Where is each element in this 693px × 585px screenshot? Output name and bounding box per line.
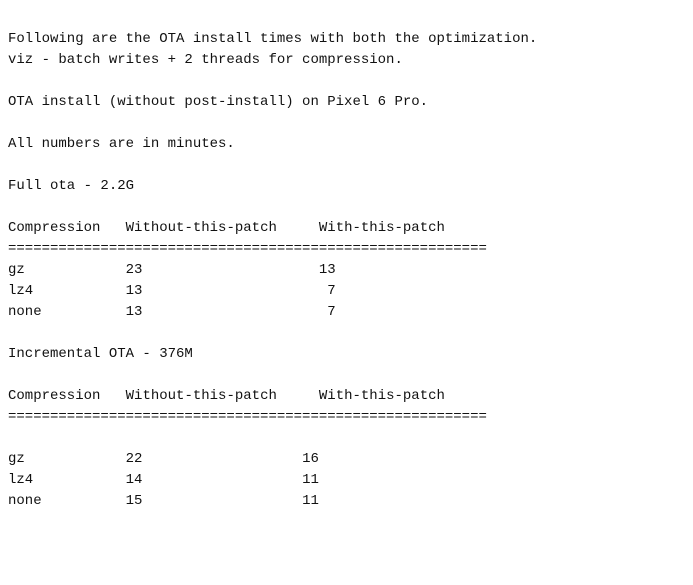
table-row-with: 7 [327,283,335,299]
full-header-col-compression: Compression [8,220,100,236]
units-line: All numbers are in minutes. [8,136,235,152]
full-ota-title: Full ota - 2.2G [8,178,134,194]
intro-line-2: viz - batch writes + 2 threads for compr… [8,52,403,68]
full-rule: ========================================… [8,241,487,257]
full-header-col-without: Without-this-patch [126,220,277,236]
full-header-col-with: With-this-patch [319,220,445,236]
table-row-with: 7 [327,304,335,320]
table-row-without: 23 [126,262,143,278]
table-row-without: 14 [126,472,143,488]
inc-header-col-compression: Compression [8,388,100,404]
context-line: OTA install (without post-install) on Pi… [8,94,428,110]
table-row-compression: gz [8,451,25,467]
intro-line-1: Following are the OTA install times with… [8,31,537,47]
table-row-with: 16 [302,451,319,467]
incremental-ota-title: Incremental OTA - 376M [8,346,193,362]
table-row-without: 15 [126,493,143,509]
table-row-compression: gz [8,262,25,278]
table-row-without: 22 [126,451,143,467]
table-row-compression: none [8,304,42,320]
table-row-with: 13 [319,262,336,278]
table-row-compression: lz4 [8,283,33,299]
table-row-with: 11 [302,493,319,509]
table-row-compression: none [8,493,42,509]
inc-header-col-without: Without-this-patch [126,388,277,404]
table-row-without: 13 [126,304,143,320]
table-row-without: 13 [126,283,143,299]
table-row-compression: lz4 [8,472,33,488]
table-row-with: 11 [302,472,319,488]
inc-rule: ========================================… [8,409,487,425]
inc-header-col-with: With-this-patch [319,388,445,404]
